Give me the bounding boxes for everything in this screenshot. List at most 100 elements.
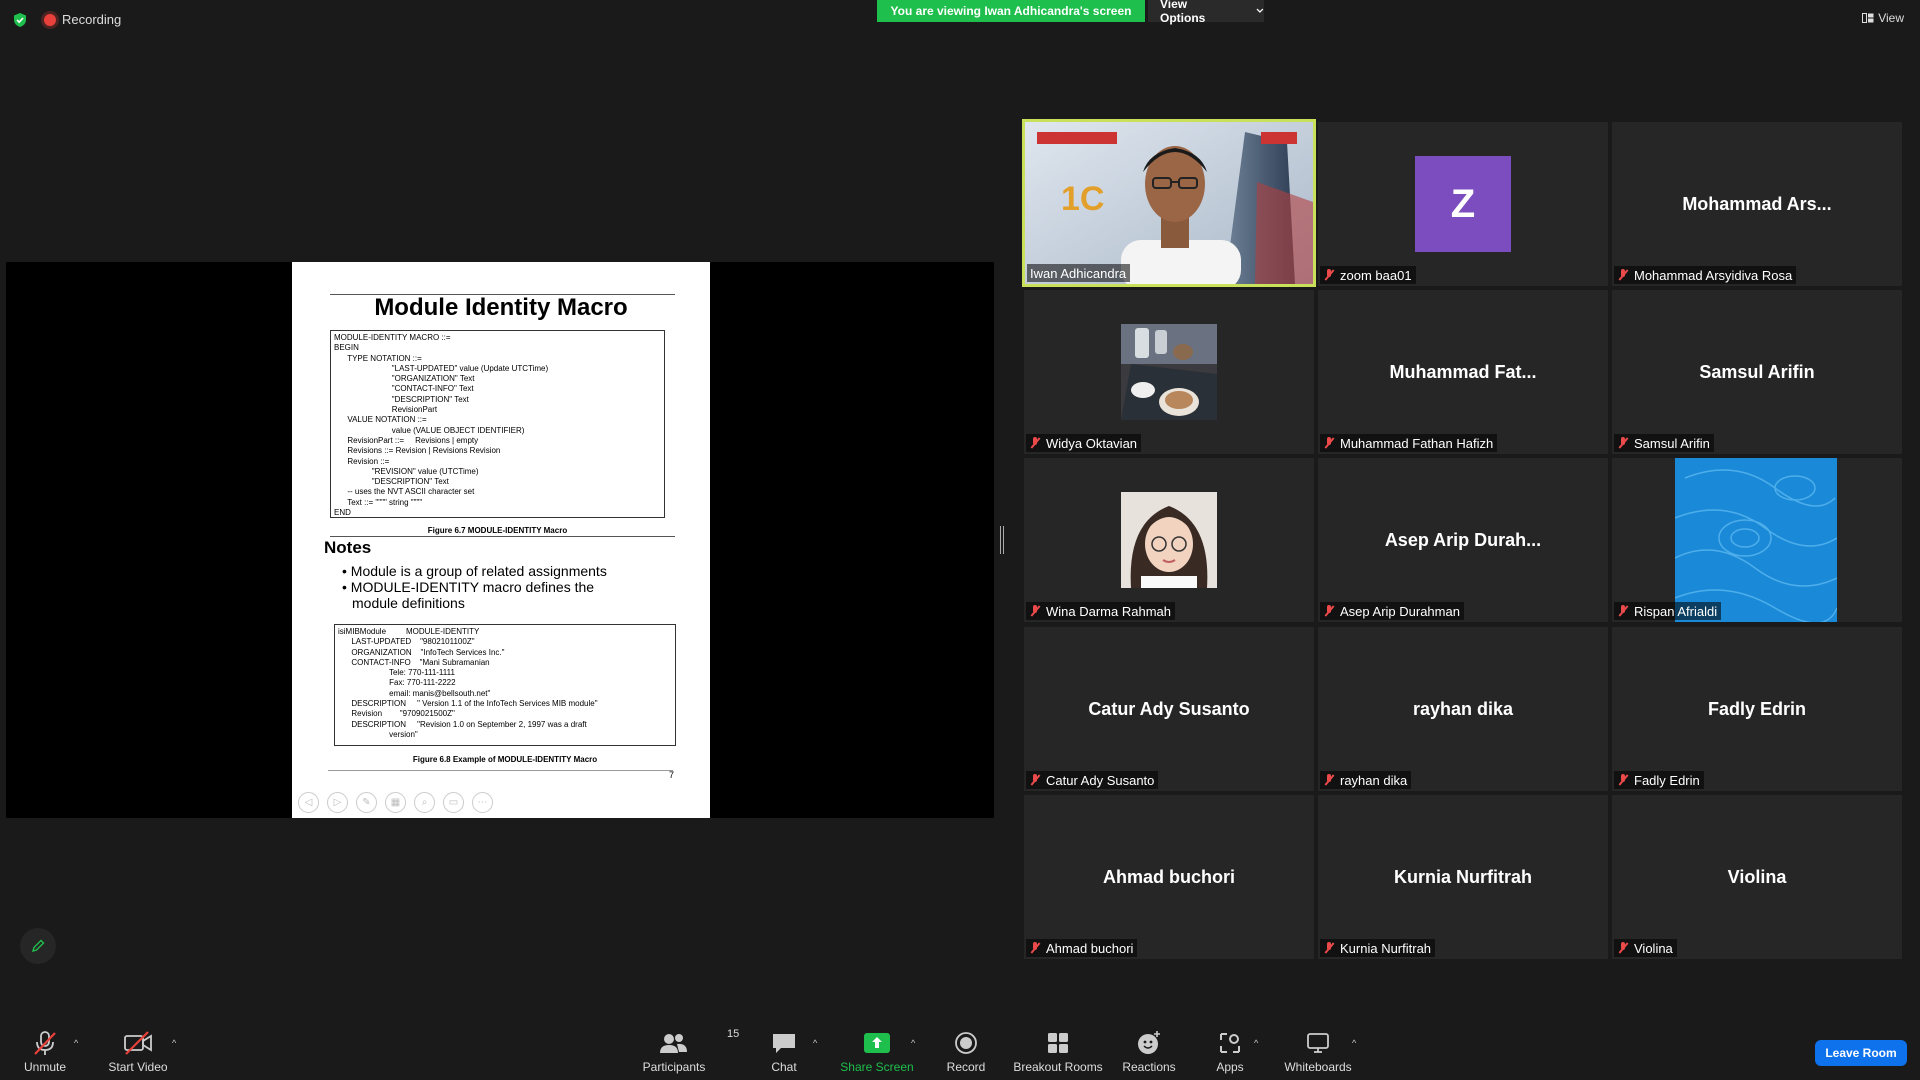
shared-screen[interactable]: Module Identity Macro MODULE-IDENTITY MA… [6,262,994,818]
participant-name-tag: rayhan dika [1320,771,1412,789]
whiteboards-button[interactable]: Whiteboards [1268,1030,1368,1074]
start-video-label: Start Video [108,1060,168,1074]
notes-heading: Notes [324,538,372,557]
muted-mic-icon [1323,604,1335,618]
avatar: Z [1415,156,1511,252]
participant-tile[interactable]: Samsul Arifin Samsul Arifin [1612,290,1902,454]
code-box-example: isiMIBModule MODULE-IDENTITY LAST-UPDATE… [334,624,676,746]
annotate-button[interactable] [20,928,56,964]
participant-tile[interactable]: 1C Iwan Adhicandra [1022,119,1316,287]
pencil-icon [31,939,45,953]
muted-mic-icon [1617,436,1629,450]
muted-mic-icon [1029,436,1041,450]
record-icon [955,1032,977,1054]
participant-name: Muhammad Fathan Hafizh [1340,435,1494,451]
participant-tile[interactable]: Kurnia Nurfitrah Kurnia Nurfitrah [1318,795,1608,959]
participant-display-name: rayhan dika [1412,699,1514,719]
panel-resize-handle[interactable] [1000,526,1004,554]
muted-mic-icon [1029,773,1041,787]
more-options-icon[interactable]: ⋯ [472,792,493,813]
apps-options-caret-icon[interactable]: ^ [1254,1038,1258,1048]
participant-tile[interactable]: Catur Ady Susanto Catur Ady Susanto [1024,627,1314,791]
participant-name: Fadly Edrin [1634,772,1700,788]
participant-tile[interactable]: Fadly Edrin Fadly Edrin [1612,627,1902,791]
video-options-caret-icon[interactable]: ^ [172,1038,176,1048]
muted-mic-icon [1029,604,1041,618]
next-slide-icon[interactable]: ▷ [327,792,348,813]
view-options-button[interactable]: View Options [1148,0,1264,25]
muted-mic-icon [1323,268,1335,282]
audio-options-caret-icon[interactable]: ^ [74,1038,78,1048]
participant-tile[interactable]: Ahmad buchori Ahmad buchori [1024,795,1314,959]
record-button[interactable]: Record [916,1030,1016,1074]
zoom-icon[interactable]: ⌕ [414,792,435,813]
avatar-photo [1121,324,1217,420]
unmute-button[interactable]: Unmute [0,1030,95,1074]
participant-tile[interactable]: Wina Darma Rahmah [1024,458,1314,622]
participant-tile[interactable]: Widya Oktavian [1024,290,1314,454]
participant-tile[interactable]: Muhammad Fat... Muhammad Fathan Hafizh [1318,290,1608,454]
chevron-down-icon [1256,8,1264,13]
apps-button[interactable]: Apps [1180,1030,1280,1074]
participant-name-tag: Iwan Adhicandra [1027,264,1131,282]
participant-display-name: Muhammad Fat... [1389,362,1537,382]
unmute-label: Unmute [23,1060,67,1074]
muted-mic-icon [1323,773,1335,787]
participant-tile[interactable]: Z zoom baa01 [1318,122,1608,286]
participant-name: Violina [1634,940,1673,956]
participant-tile[interactable]: Violina Violina [1612,795,1902,959]
participant-name: Wina Darma Rahmah [1046,603,1171,619]
viewing-screen-banner: You are viewing Iwan Adhicandra's screen [877,0,1145,22]
participant-tile[interactable]: Mohammad Ars... Mohammad Arsyidiva Rosa [1612,122,1902,286]
view-button[interactable]: View [1862,11,1904,25]
start-video-button[interactable]: Start Video [88,1030,188,1074]
previous-slide-icon[interactable]: ◁ [298,792,319,813]
pen-icon[interactable]: ✎ [356,792,377,813]
presentation-slide: Module Identity Macro MODULE-IDENTITY MA… [292,262,710,818]
avatar-photo [1121,492,1217,588]
recording-dot-icon [44,13,56,26]
subtitles-icon[interactable]: ▭ [443,792,464,813]
participant-name: Kurnia Nurfitrah [1340,940,1432,956]
breakout-rooms-button[interactable]: Breakout Rooms [1008,1030,1108,1074]
chat-options-caret-icon[interactable]: ^ [813,1038,817,1048]
apps-label: Apps [1216,1060,1244,1074]
grid-view-icon [1862,13,1874,23]
reactions-icon [1138,1031,1160,1054]
participant-name-tag: Widya Oktavian [1026,434,1142,452]
meeting-toolbar: Unmute ^ Start Video ^ 15 Participants C… [0,1020,1920,1080]
recording-label: Recording [62,12,122,27]
share-screen-label: Share Screen [840,1060,914,1074]
share-screen-button[interactable]: Share Screen [827,1030,927,1074]
slide-controls: ◁ ▷ ✎ ▦ ⌕ ▭ ⋯ [298,792,493,813]
code-box-macro: MODULE-IDENTITY MACRO ::= BEGIN TYPE NOT… [330,330,665,518]
share-options-caret-icon[interactable]: ^ [911,1038,915,1048]
participant-tile[interactable]: rayhan dika rayhan dika [1318,627,1608,791]
participant-display-name: Kurnia Nurfitrah [1393,867,1532,887]
leave-room-button[interactable]: Leave Room [1815,1040,1907,1066]
participant-name: Ahmad buchori [1046,940,1134,956]
participant-name-tag: Mohammad Arsyidiva Rosa [1614,266,1797,284]
muted-mic-icon [1617,268,1629,282]
muted-mic-icon [1029,941,1041,955]
whiteboards-options-caret-icon[interactable]: ^ [1352,1038,1356,1048]
participant-name: rayhan dika [1340,772,1408,788]
participant-name: Asep Arip Durahman [1340,603,1460,619]
whiteboard-icon [1307,1033,1329,1053]
chat-button[interactable]: Chat [734,1030,834,1074]
slides-icon[interactable]: ▦ [385,792,406,813]
slide-page-number: 7 [668,770,674,780]
participant-name-tag: Violina [1614,939,1677,957]
video-off-icon [124,1031,152,1055]
security-shield-icon[interactable] [12,12,28,28]
participants-button[interactable]: 15 Participants [624,1028,740,1074]
participant-name: Mohammad Arsyidiva Rosa [1634,267,1793,283]
recording-indicator[interactable]: Recording [44,12,121,27]
chat-label: Chat [771,1060,797,1074]
participant-name-tag: Samsul Arifin [1614,434,1714,452]
participant-tile[interactable]: Asep Arip Durah... Asep Arip Durahman [1318,458,1608,622]
participant-name: Catur Ady Susanto [1046,772,1155,788]
participant-tile[interactable]: Rispan Afrialdi [1612,458,1902,622]
participant-video: 1C [1025,122,1313,284]
participant-name-tag: Catur Ady Susanto [1026,771,1159,789]
